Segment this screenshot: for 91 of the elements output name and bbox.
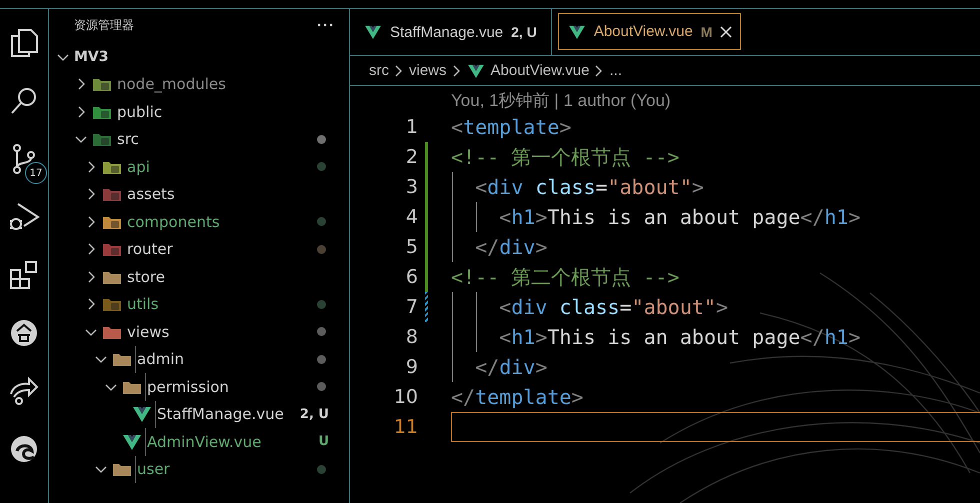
tree-item[interactable]: src [49, 126, 349, 153]
folder-icon [92, 76, 112, 92]
more-actions-button[interactable]: ··· [317, 16, 335, 34]
line-number: 9 [404, 356, 419, 378]
tree-item[interactable]: router [49, 236, 349, 263]
editor-tab[interactable]: StaffManage.vue 2, U [350, 9, 552, 55]
code-line: <h1>This is an about page</h1> [498, 325, 861, 349]
item-name: assets [127, 185, 176, 204]
code-line: </div> [474, 235, 548, 259]
line-number: 7 [404, 296, 419, 318]
notification-badge: 17 [25, 162, 47, 184]
vue-logo-icon [132, 406, 152, 422]
folder-icon [102, 186, 122, 202]
tree-item[interactable]: assets [49, 180, 349, 208]
tree-item[interactable]: components [49, 208, 349, 236]
item-name: api [127, 158, 151, 176]
line-number: 3 [404, 176, 419, 198]
extensions-icon[interactable] [8, 259, 40, 291]
tab-label: AboutView.vue [594, 23, 693, 40]
pavilion-icon[interactable] [9, 318, 39, 348]
line-number: 6 [404, 266, 419, 288]
explorer-title: 资源管理器 [74, 16, 134, 34]
browser-icon[interactable] [9, 434, 39, 464]
item-name: node_modules [117, 75, 227, 94]
tree-item[interactable]: node_modules [49, 70, 349, 98]
item-name: user [137, 460, 171, 478]
item-name: permission [147, 378, 230, 396]
close-icon[interactable] [720, 26, 732, 38]
item-name: router [127, 240, 174, 258]
git-status-label: 2, U [511, 24, 537, 40]
search-icon[interactable] [9, 86, 39, 116]
files-icon[interactable] [9, 27, 39, 59]
git-status-label: M [700, 24, 712, 40]
tree-item[interactable]: api [49, 153, 349, 180]
share-arrow-icon[interactable] [8, 376, 40, 406]
item-name: admin [137, 350, 185, 368]
tree-item[interactable]: permission [49, 373, 349, 400]
tree-item[interactable]: StaffManage.vue 2, U [49, 400, 349, 428]
vue-logo-icon [364, 25, 382, 39]
folder-icon [112, 351, 132, 368]
tab-label: StaffManage.vue [390, 24, 504, 40]
codelens-annotation[interactable]: You, 1秒钟前 | 1 author (You) [451, 89, 671, 112]
folder-icon [92, 131, 112, 148]
vue-logo-icon [466, 64, 485, 78]
item-name: StaffManage.vue [157, 405, 285, 424]
item-name: AdminView.vue [147, 432, 262, 451]
line-number: 2 [404, 146, 419, 168]
tree-item[interactable]: user [49, 456, 349, 483]
breadcrumb-item[interactable]: src [369, 62, 389, 79]
line-number: 5 [404, 236, 419, 258]
folder-icon [112, 461, 132, 478]
item-name: src [117, 130, 140, 148]
code-line: <template> [451, 115, 572, 139]
line-number: 10 [392, 386, 419, 408]
run-debug-icon[interactable] [8, 201, 40, 233]
editor-tab[interactable]: AboutView.vue M [558, 13, 742, 50]
git-status-label: 2, U [300, 406, 329, 422]
tree-item[interactable]: views [49, 318, 349, 346]
tree-item[interactable]: store [49, 263, 349, 290]
chevron-icon [395, 64, 403, 76]
project-root-item[interactable]: MV3 [49, 43, 349, 70]
item-name: views [127, 322, 170, 341]
folder-icon [102, 241, 122, 258]
folder-icon [102, 296, 122, 312]
tree-item[interactable]: AdminView.vue U [49, 428, 349, 456]
code-line: <h1>This is an about page</h1> [498, 205, 861, 229]
code-line: <div class="about"> [498, 295, 728, 319]
line-number: 4 [404, 206, 419, 228]
tree-item[interactable]: admin [49, 346, 349, 373]
tree-item[interactable]: public [49, 98, 349, 126]
line-number: 8 [404, 326, 419, 348]
code-line: </div> [474, 355, 548, 379]
item-name: utils [127, 295, 160, 314]
line-number: 1 [404, 116, 419, 138]
breadcrumb-item[interactable]: AboutView.vue [490, 62, 590, 79]
tree-item[interactable]: utils [49, 290, 349, 318]
breadcrumb-item[interactable]: ... [609, 62, 622, 79]
item-name: public [117, 102, 164, 121]
item-name: components [127, 212, 221, 231]
code-line: <!-- 第二个根节点 --> [451, 264, 680, 290]
breadcrumb-item[interactable]: views [409, 62, 447, 79]
code-line: </template> [451, 385, 584, 409]
item-name: store [127, 268, 166, 286]
chevron-icon [452, 64, 461, 76]
code-line: <div class="about"> [474, 175, 704, 199]
vue-logo-icon [122, 434, 142, 450]
vue-logo-icon [568, 24, 586, 38]
code-line: <!-- 第一个根节点 --> [451, 144, 680, 170]
git-status-label: U [318, 434, 329, 450]
chevron-icon [595, 64, 604, 76]
line-number: 11 [392, 416, 419, 438]
